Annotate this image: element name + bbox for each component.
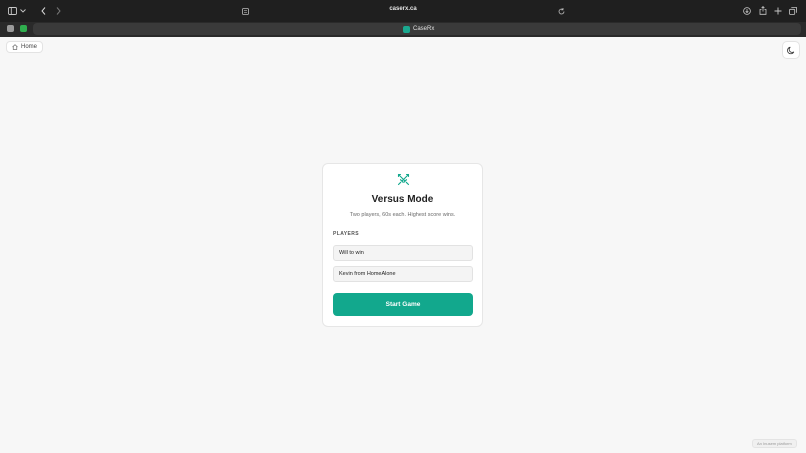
moon-icon bbox=[786, 46, 794, 54]
page: Home Versus Mode Two players, 60s each. … bbox=[0, 37, 806, 453]
page-title: Versus Mode bbox=[371, 194, 434, 205]
sidebar-icon[interactable] bbox=[7, 6, 17, 16]
forward-icon[interactable] bbox=[53, 6, 63, 16]
tab-label: CaseRx bbox=[413, 26, 435, 32]
chevron-down-icon[interactable] bbox=[19, 6, 27, 16]
player-one-input[interactable] bbox=[333, 245, 473, 261]
page-settings-icon[interactable] bbox=[240, 6, 250, 16]
download-icon[interactable] bbox=[742, 6, 752, 16]
start-game-button[interactable]: Start Game bbox=[333, 293, 473, 316]
address-bar[interactable]: caserx.ca bbox=[370, 6, 436, 12]
active-tab-title[interactable]: CaseRx bbox=[403, 24, 434, 34]
tab-overview-icon[interactable] bbox=[788, 6, 798, 16]
pinned-tab-icon[interactable] bbox=[7, 25, 14, 32]
browser-toolbar: caserx.ca bbox=[0, 0, 806, 22]
player-two-input[interactable] bbox=[333, 266, 473, 282]
home-button[interactable]: Home bbox=[6, 41, 44, 53]
versus-mode-card: Versus Mode Two players, 60s each. Highe… bbox=[322, 163, 483, 327]
pinned-tab-icon[interactable] bbox=[20, 25, 27, 32]
back-icon[interactable] bbox=[38, 6, 48, 16]
players-label: PLAYERS bbox=[333, 231, 359, 237]
platform-badge: An Inusem platform bbox=[752, 439, 797, 448]
house-icon bbox=[12, 44, 18, 50]
reload-icon[interactable] bbox=[556, 6, 566, 16]
new-tab-icon[interactable] bbox=[773, 6, 783, 16]
mode-description: Two players, 60s each. Highest score win… bbox=[349, 212, 456, 218]
theme-toggle-button[interactable] bbox=[782, 41, 800, 59]
home-label: Home bbox=[21, 44, 38, 50]
favicon-icon bbox=[403, 25, 410, 33]
share-icon[interactable] bbox=[758, 5, 768, 16]
crossed-swords-icon bbox=[397, 173, 410, 186]
